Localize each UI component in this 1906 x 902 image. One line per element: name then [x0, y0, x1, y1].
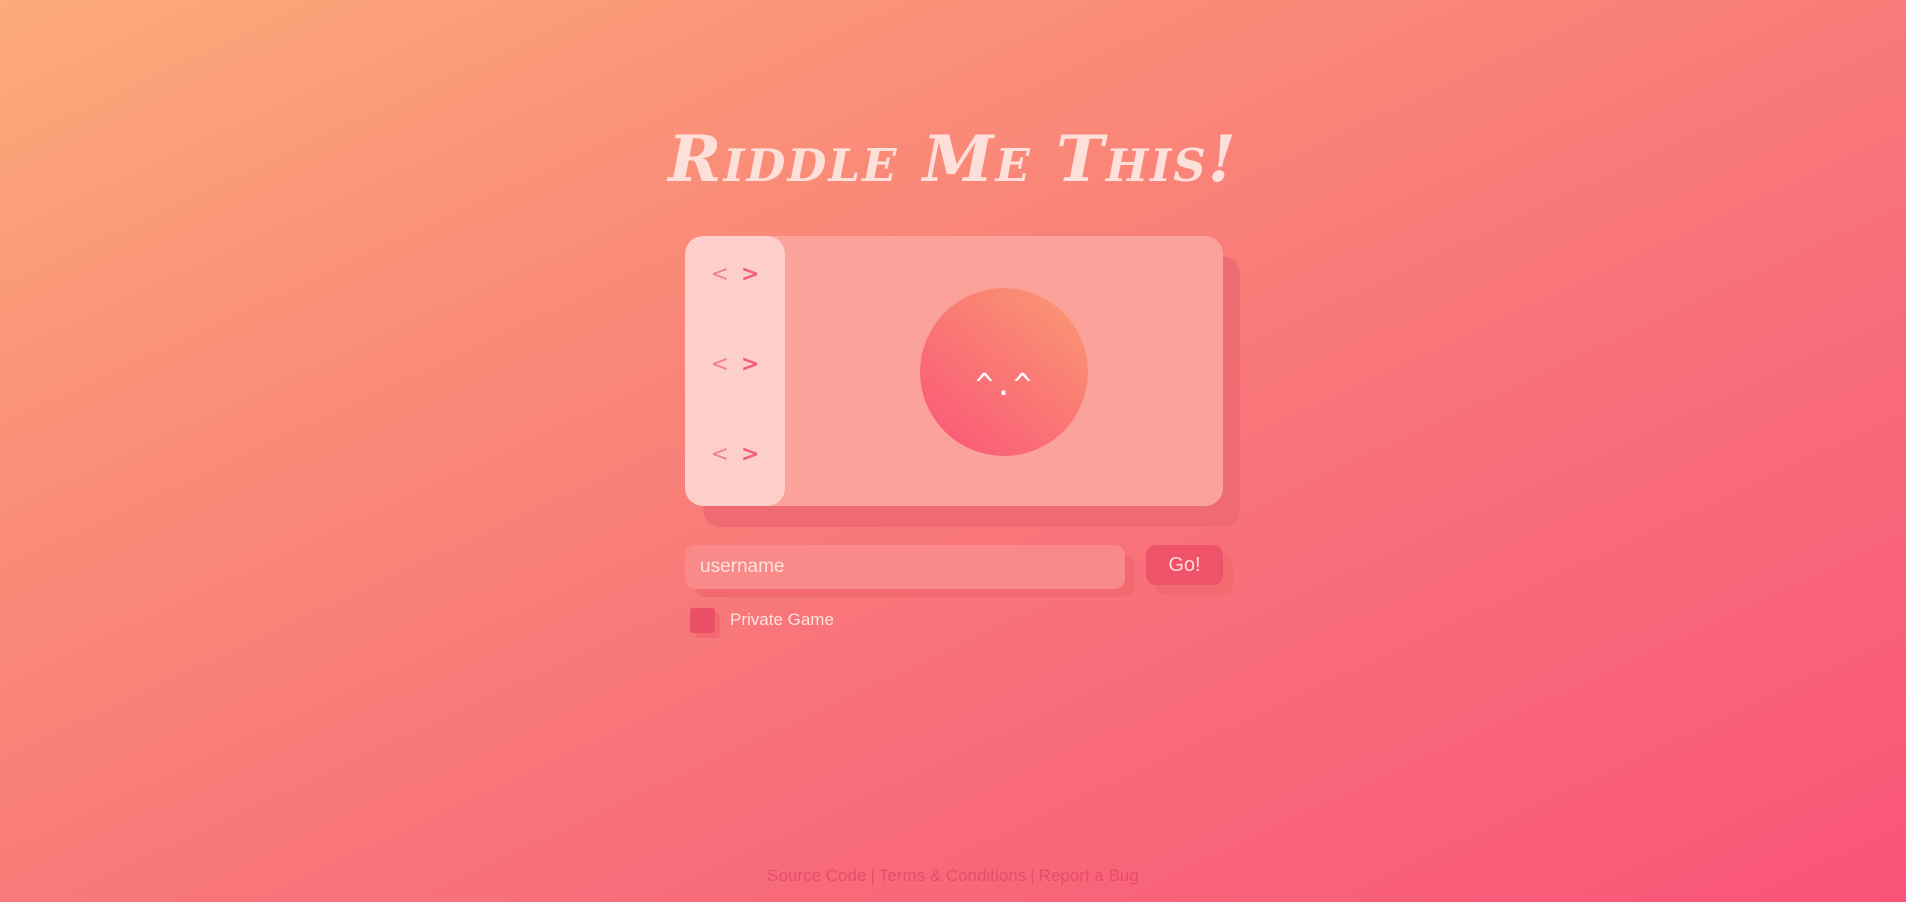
selector-row-3: < > — [685, 442, 785, 467]
private-game-label[interactable]: Private Game — [730, 610, 834, 630]
go-button[interactable]: Go! — [1146, 545, 1223, 585]
report-bug-link[interactable]: Report a Bug — [1039, 866, 1139, 885]
footer-separator: | — [1030, 866, 1035, 885]
prev-arrow-icon[interactable]: < — [711, 442, 729, 467]
prev-arrow-icon[interactable]: < — [711, 262, 729, 287]
selector-row-1: < > — [685, 262, 785, 287]
private-game-checkbox[interactable] — [690, 608, 715, 633]
page-title: Riddle Me This! — [668, 122, 1238, 197]
selector-row-2: < > — [685, 352, 785, 377]
prev-arrow-icon[interactable]: < — [711, 352, 729, 377]
avatar-card: < > < > < > ^.^ — [685, 236, 1223, 506]
avatar-selector-panel: < > < > < > — [685, 236, 785, 506]
source-code-link[interactable]: Source Code — [767, 866, 866, 885]
footer: Source Code | Terms & Conditions | Report a … — [0, 866, 1906, 886]
next-arrow-icon[interactable]: > — [741, 262, 759, 287]
avatar-face: ^.^ — [975, 368, 1033, 403]
avatar: ^.^ — [920, 288, 1088, 456]
next-arrow-icon[interactable]: > — [741, 442, 759, 467]
terms-link[interactable]: Terms & Conditions — [879, 866, 1026, 885]
next-arrow-icon[interactable]: > — [741, 352, 759, 377]
username-input[interactable] — [685, 545, 1125, 589]
footer-separator: | — [870, 866, 875, 885]
